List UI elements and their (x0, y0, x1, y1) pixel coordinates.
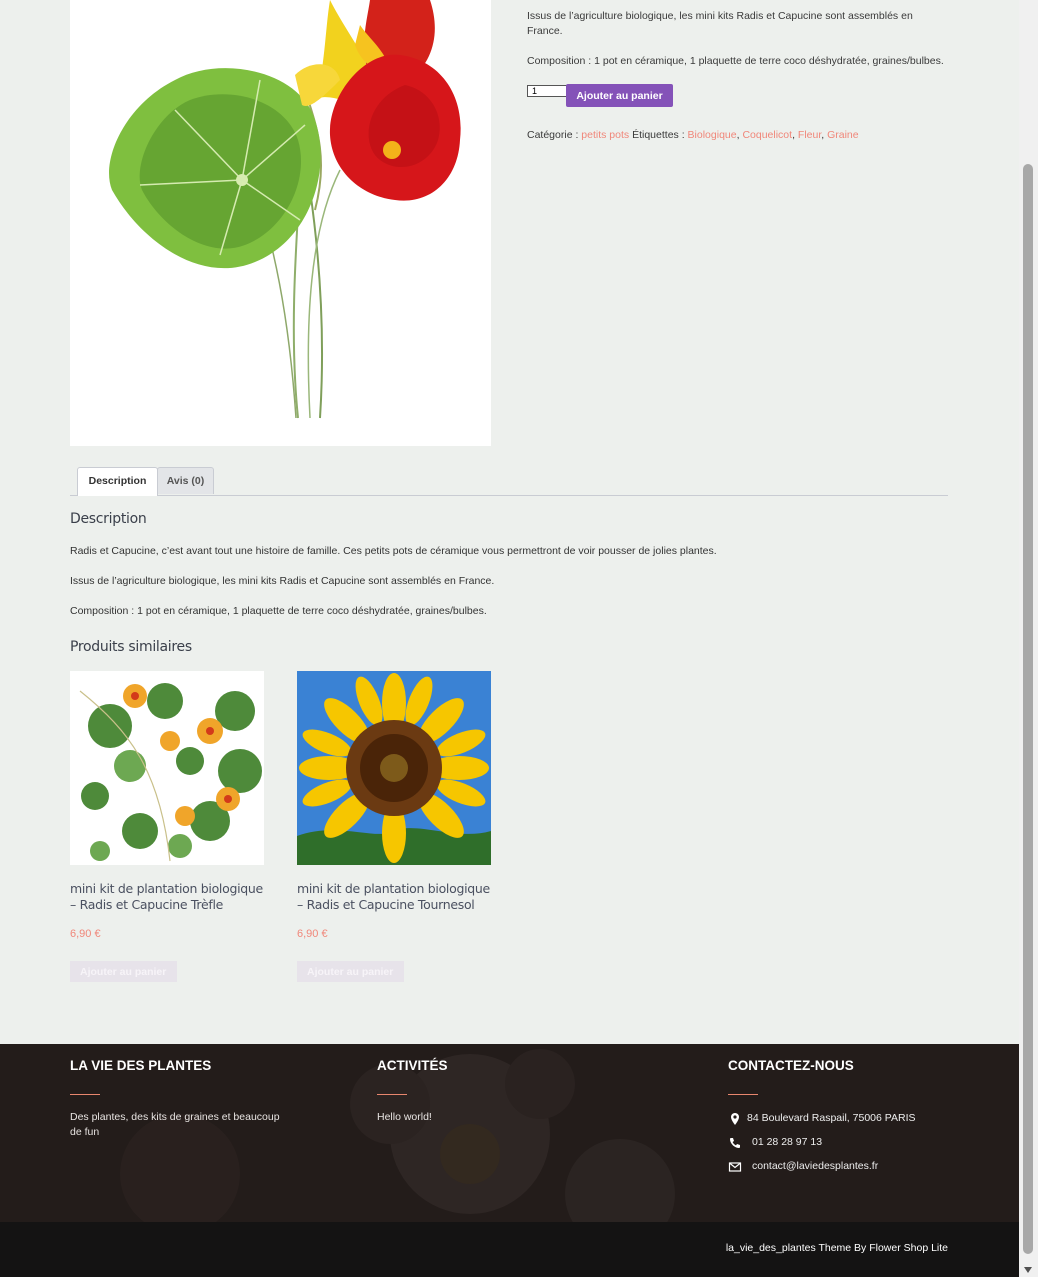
footer-about-text: Des plantes, des kits de graines et beau… (70, 1111, 280, 1138)
product-main-image[interactable] (70, 0, 491, 446)
vertical-scrollbar[interactable] (1019, 0, 1038, 1277)
related-product-price: 6,90 € (297, 928, 328, 940)
description-paragraph: Issus de l’agriculture biologique, les m… (70, 575, 495, 587)
scroll-down-arrow-icon[interactable] (1024, 1267, 1032, 1273)
map-pin-icon (731, 1113, 739, 1125)
tab-reviews[interactable]: Avis (0) (157, 467, 214, 494)
short-description: Issus de l’agriculture biologique, les m… (527, 10, 913, 37)
nasturtium-illustration (109, 0, 461, 419)
footer-divider (377, 1094, 407, 1095)
contact-email[interactable]: contact@laviedesplantes.fr (752, 1160, 878, 1172)
related-product-image[interactable] (297, 671, 491, 865)
description-paragraph: Radis et Capucine, c’est avant tout une … (70, 545, 717, 557)
tab-description[interactable]: Description (77, 467, 158, 496)
related-add-to-cart-button[interactable]: Ajouter au panier (70, 961, 177, 982)
related-product-price: 6,90 € (70, 928, 101, 940)
phone-icon (730, 1138, 740, 1148)
tags-label: Étiquettes : (632, 129, 685, 141)
related-products-heading: Produits similaires (70, 639, 192, 655)
footer-column-title: ACTIVITÉS (377, 1058, 448, 1073)
theme-credit[interactable]: la_vie_des_plantes Theme By Flower Shop … (726, 1242, 948, 1254)
product-meta: Catégorie : petits pots Étiquettes : Bio… (527, 129, 859, 141)
quantity-input[interactable] (527, 85, 567, 97)
category-label: Catégorie : (527, 129, 579, 141)
sunflower-illustration (297, 671, 491, 865)
tag-link[interactable]: Fleur (798, 129, 821, 141)
footer-divider (70, 1094, 100, 1095)
nasturtium-trefle-illustration (79, 683, 262, 862)
tag-link[interactable]: Graine (827, 129, 859, 141)
envelope-icon (728, 1162, 742, 1172)
footer-column-title: LA VIE DES PLANTES (70, 1058, 212, 1073)
footer-post-link[interactable]: Hello world! (377, 1110, 432, 1125)
tag-link[interactable]: Coquelicot (742, 129, 792, 141)
scrollbar-thumb[interactable] (1023, 164, 1033, 1254)
footer-column-title: CONTACTEZ-NOUS (728, 1058, 854, 1073)
description-paragraph: Composition : 1 pot en céramique, 1 plaq… (70, 605, 487, 617)
related-add-to-cart-button[interactable]: Ajouter au panier (297, 961, 404, 982)
related-product-image[interactable] (70, 671, 264, 865)
page: Issus de l’agriculture biologique, les m… (0, 0, 1019, 1277)
description-heading: Description (70, 511, 147, 527)
add-to-cart-button[interactable]: Ajouter au panier (566, 84, 673, 107)
tag-link[interactable]: Biologique (688, 129, 737, 141)
site-footer: LA VIE DES PLANTES Des plantes, des kits… (0, 1044, 1019, 1222)
related-product-title[interactable]: mini kit de plantation biologique – Radi… (297, 881, 497, 913)
composition-text: Composition : 1 pot en céramique, 1 plaq… (527, 55, 944, 67)
contact-phone: 01 28 28 97 13 (752, 1136, 823, 1148)
contact-address: 84 Boulevard Raspail, 75006 PARIS (747, 1112, 916, 1124)
category-link[interactable]: petits pots (581, 129, 629, 141)
footer-divider (728, 1094, 758, 1095)
related-product-title[interactable]: mini kit de plantation biologique – Radi… (70, 881, 270, 913)
product-tabs: Description Avis (0) (70, 467, 948, 496)
footer-bottom-bar: la_vie_des_plantes Theme By Flower Shop … (0, 1222, 1019, 1277)
